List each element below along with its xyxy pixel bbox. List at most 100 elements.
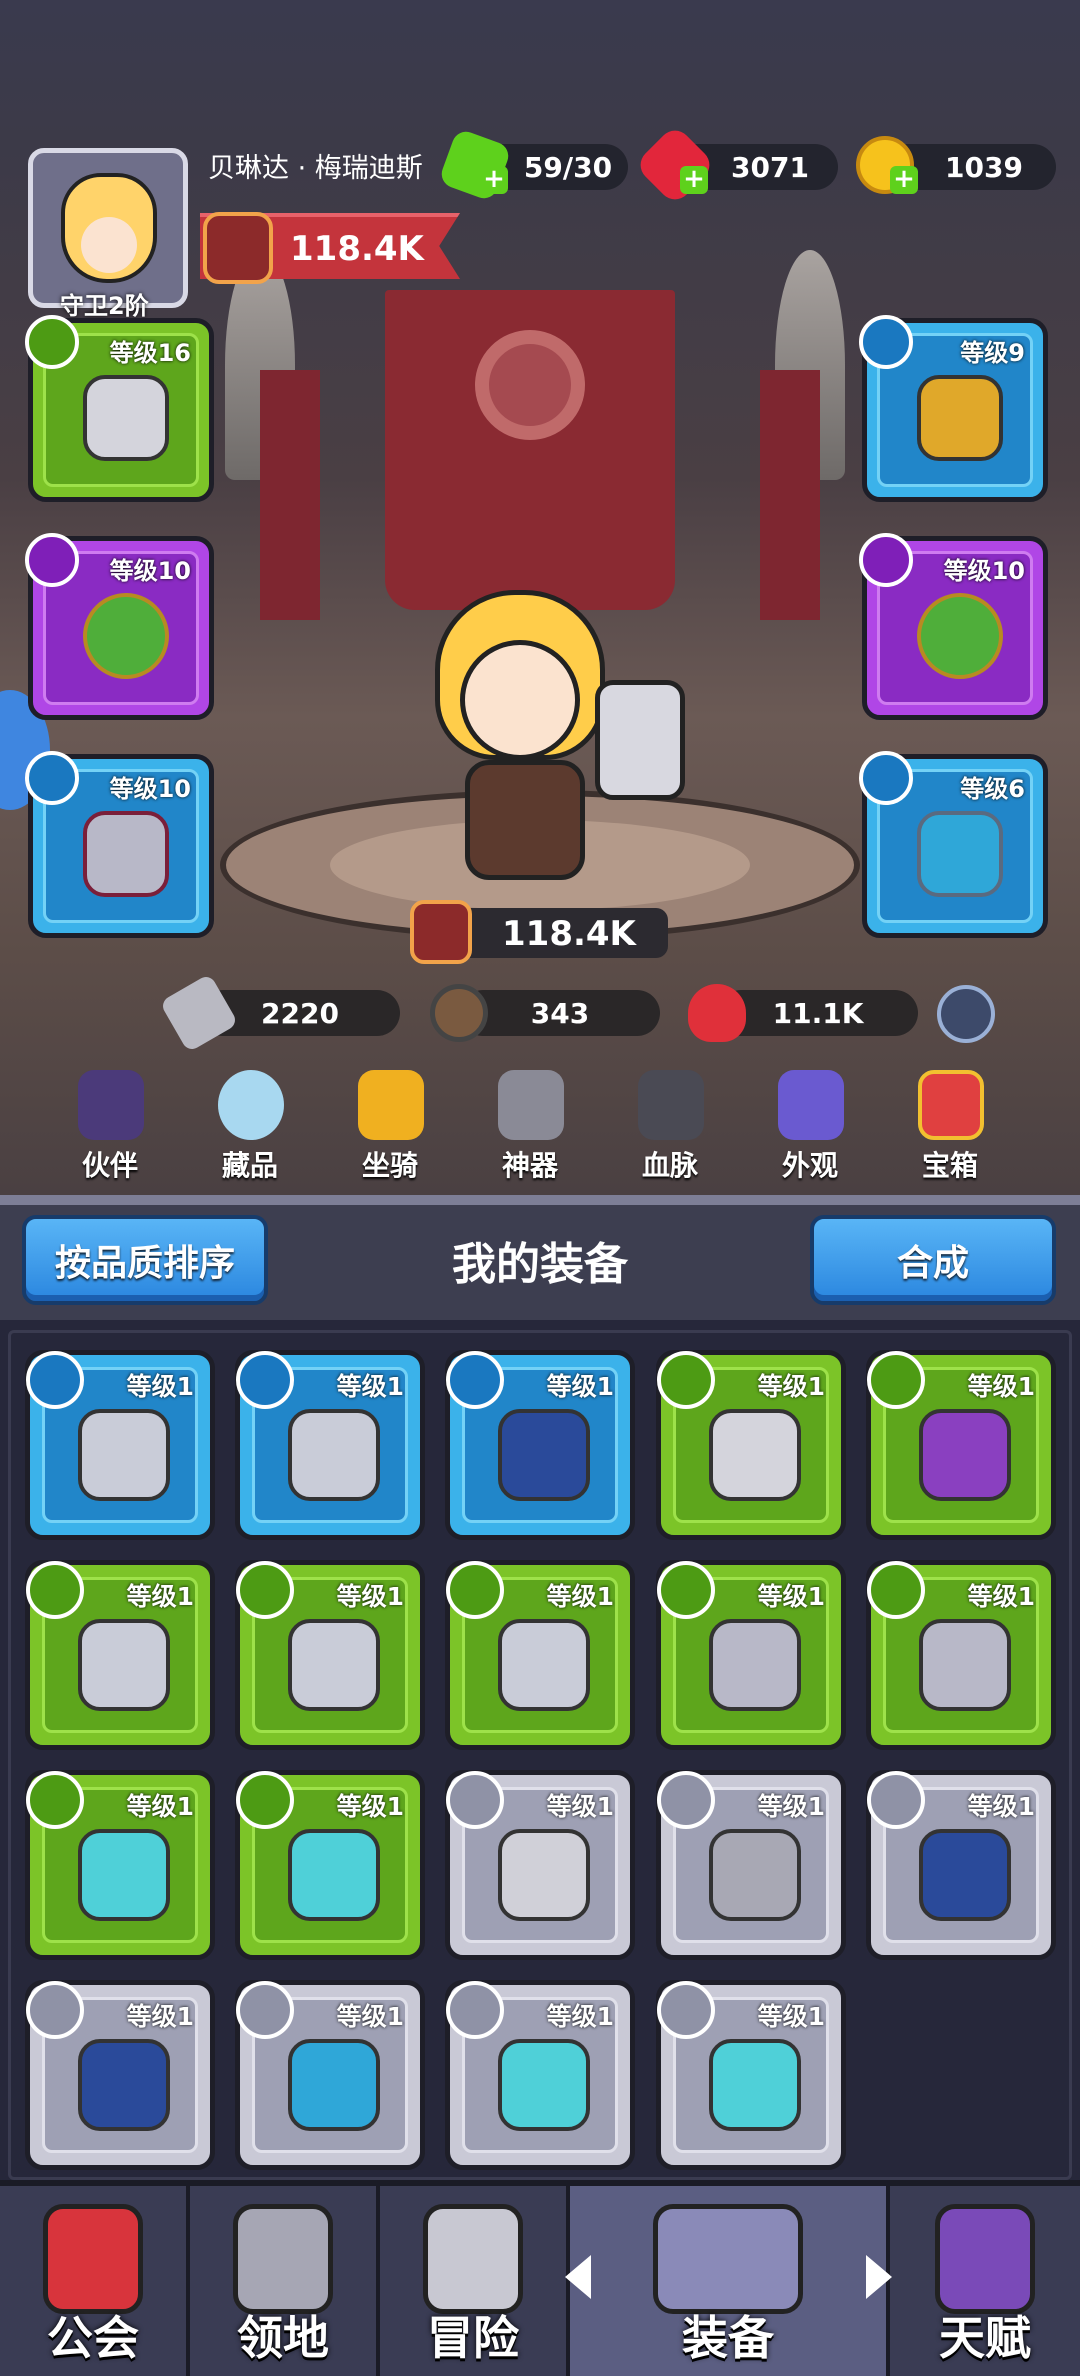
resource-gold[interactable]: + 1039	[856, 136, 1056, 194]
add-gold-button[interactable]: +	[890, 166, 918, 194]
chest-icon	[918, 1070, 984, 1140]
resource-stamina[interactable]: + 59/30	[437, 127, 628, 203]
shield-icon	[430, 984, 488, 1042]
guild-banner-icon	[43, 2204, 143, 2314]
slot-type-icon	[26, 1771, 84, 1829]
sort-by-quality-button[interactable]: 按品质排序	[22, 1215, 268, 1305]
power-shield-icon	[203, 212, 273, 284]
flag-right	[760, 370, 820, 620]
inventory-slot[interactable]: 等级1	[866, 1770, 1056, 1960]
nav-guild[interactable]: 公会	[0, 2186, 190, 2376]
hammer-icon	[498, 1829, 590, 1921]
tab-bloodline[interactable]: 血脉	[620, 1070, 720, 1182]
equipment-screen: { "hero": {"name": "贝琳达 · 梅瑞迪斯", "rank":…	[0, 0, 1080, 2376]
add-gems-button[interactable]: +	[680, 166, 708, 194]
armor-icon	[917, 375, 1003, 461]
ring-icon	[917, 593, 1003, 679]
nav-talent[interactable]: 天赋	[890, 2186, 1080, 2376]
armor-icon	[498, 1619, 590, 1711]
equip-slot-necklace[interactable]: 等级10	[25, 751, 214, 938]
slot-type-icon	[867, 1561, 925, 1619]
slot-type-icon	[657, 1351, 715, 1409]
equip-slot-ring-left[interactable]: 等级10	[25, 533, 214, 720]
flag-left	[260, 370, 320, 620]
inventory-slot[interactable]: 等级1	[25, 1980, 215, 2170]
spellbook-icon	[935, 2204, 1035, 2314]
inventory-slot[interactable]: 等级1	[445, 1980, 635, 2170]
tab-chest[interactable]: 宝箱	[900, 1070, 1000, 1182]
armor-icon	[78, 1619, 170, 1711]
slot-type-icon	[446, 1561, 504, 1619]
necklace-type-icon	[25, 751, 79, 805]
mask-icon	[709, 2039, 801, 2131]
inventory-slot[interactable]: 等级1	[235, 1770, 425, 1960]
stat-hp: 11.1K	[688, 984, 918, 1042]
slot-type-icon	[26, 1351, 84, 1409]
chevron-left-icon	[565, 2255, 591, 2299]
inventory-title: 我的装备	[452, 1239, 628, 1290]
stat-defense: 343	[430, 984, 660, 1042]
slot-type-icon	[236, 1771, 294, 1829]
feature-tabs: 伙伴 藏品 坐骑 神器 血脉 外观 宝箱	[60, 1070, 1000, 1182]
inventory-slot[interactable]: 等级1	[656, 1980, 846, 2170]
armor-icon	[288, 1409, 380, 1501]
mask-icon	[78, 1829, 170, 1921]
inventory-slot[interactable]: 等级1	[656, 1560, 846, 1750]
equip-slot-weapon[interactable]: 等级16	[25, 315, 214, 502]
weapon-type-icon	[25, 315, 79, 369]
inventory-slot[interactable]: 等级1	[445, 1770, 635, 1960]
slot-type-icon	[236, 1561, 294, 1619]
heart-icon	[688, 984, 746, 1042]
inventory-slot[interactable]: 等级1	[445, 1560, 635, 1750]
ring-type-icon	[859, 533, 913, 587]
armor-icon	[78, 1409, 170, 1501]
equip-slot-armor[interactable]: 等级9	[859, 315, 1048, 502]
inventory-slot[interactable]: 等级1	[235, 1980, 425, 2170]
resource-gems[interactable]: + 3071	[633, 123, 838, 207]
slot-type-icon	[657, 1981, 715, 2039]
tab-appearance[interactable]: 外观	[760, 1070, 860, 1182]
equip-slot-ring-right[interactable]: 等级10	[859, 533, 1048, 720]
nav-adventure[interactable]: 冒险	[380, 2186, 570, 2376]
slot-type-icon	[236, 1351, 294, 1409]
tab-partner[interactable]: 伙伴	[60, 1070, 160, 1182]
armor-type-icon	[859, 315, 913, 369]
spear-icon	[709, 1829, 801, 1921]
power-shield-icon	[410, 900, 472, 964]
inventory-slot[interactable]: 等级1	[235, 1350, 425, 1540]
horseshoe-icon	[358, 1070, 424, 1140]
equip-slot-amulet[interactable]: 等级6	[859, 751, 1048, 938]
inventory-slot[interactable]: 等级1	[656, 1350, 846, 1540]
armor-icon	[288, 1619, 380, 1711]
inventory-slot[interactable]: 等级1	[25, 1770, 215, 1960]
slot-type-icon	[867, 1351, 925, 1409]
staff-icon	[919, 1409, 1011, 1501]
guild-banner	[385, 290, 675, 610]
tab-mount[interactable]: 坐骑	[340, 1070, 440, 1182]
ring-type-icon	[25, 533, 79, 587]
inventory-slot[interactable]: 等级1	[25, 1560, 215, 1750]
inventory-slot[interactable]: 等级1	[656, 1770, 846, 1960]
inventory-slot[interactable]: 等级1	[445, 1350, 635, 1540]
hero-avatar[interactable]	[28, 148, 188, 308]
inventory-slot[interactable]: 等级1	[235, 1560, 425, 1750]
stats-detail-button[interactable]	[937, 985, 995, 1043]
stat-attack: 2220	[159, 973, 400, 1053]
amulet-icon	[288, 2039, 380, 2131]
combat-power: 118.4K	[410, 900, 668, 964]
tab-artifact[interactable]: 神器	[480, 1070, 580, 1182]
nav-equipment[interactable]: 装备	[570, 2186, 890, 2376]
hero-character[interactable]	[395, 590, 685, 890]
nav-territory[interactable]: 领地	[190, 2186, 380, 2376]
crossed-axes-icon	[423, 2204, 523, 2314]
merge-button[interactable]: 合成	[810, 1215, 1056, 1305]
add-stamina-button[interactable]: +	[480, 166, 508, 194]
slot-type-icon	[657, 1561, 715, 1619]
inventory-slot[interactable]: 等级1	[866, 1350, 1056, 1540]
bloodline-icon	[638, 1070, 704, 1140]
inventory-slot[interactable]: 等级1	[25, 1350, 215, 1540]
slot-type-icon	[446, 1771, 504, 1829]
slot-type-icon	[657, 1771, 715, 1829]
inventory-slot[interactable]: 等级1	[866, 1560, 1056, 1750]
tab-collection[interactable]: 藏品	[200, 1070, 300, 1182]
